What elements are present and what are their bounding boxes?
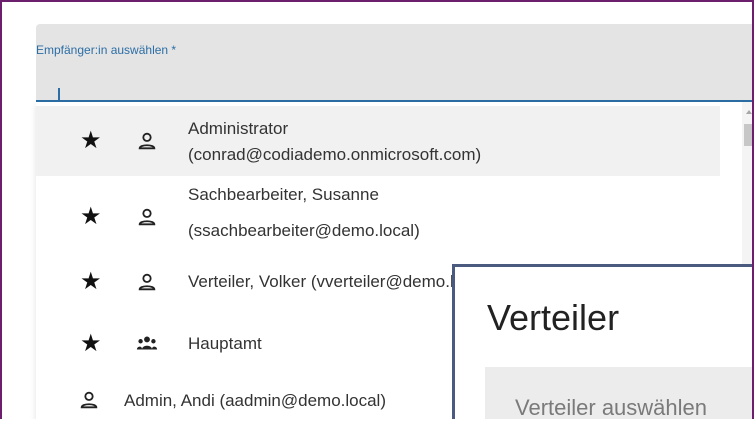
star-icon[interactable]: ★ [80, 332, 102, 356]
list-item[interactable]: ★ Administrator (conrad@codiademo.onmicr… [36, 106, 720, 176]
list-item-label-line1: Sachbearbeiter, Susanne [188, 185, 379, 204]
star-icon[interactable]: ★ [80, 270, 102, 294]
list-item-label-line1: Administrator [188, 119, 289, 138]
person-icon [136, 206, 158, 228]
list-item-label-line1: Verteiler, Volker (vverteiler@demo.local… [188, 272, 491, 291]
distribution-list-card: Verteiler Verteiler auswählen [452, 264, 752, 419]
dialog-frame: Empfänger:in auswählen * ★ Administrator… [0, 0, 754, 419]
distribution-list-title: Verteiler [487, 297, 620, 338]
person-icon [78, 389, 100, 411]
person-icon [136, 271, 158, 293]
group-icon [136, 333, 158, 355]
distribution-list-select[interactable]: Verteiler auswählen [485, 367, 752, 419]
star-icon[interactable]: ★ [80, 129, 102, 153]
recipient-field-label: Empfänger:in auswählen * [36, 43, 177, 57]
recipient-select-field[interactable]: Empfänger:in auswählen * [36, 24, 752, 108]
list-item-label-line2: (conrad@codiademo.onmicrosoft.com) [188, 145, 482, 164]
list-item-label-line1: Admin, Andi (aadmin@demo.local) [124, 391, 386, 410]
distribution-list-placeholder: Verteiler auswählen [515, 395, 708, 419]
list-item-label-line2: (ssachbearbeiter@demo.local) [188, 221, 420, 240]
star-icon[interactable]: ★ [80, 205, 102, 229]
person-icon [136, 130, 158, 152]
scrollbar-thumb[interactable] [744, 124, 752, 146]
scroll-up-arrow-icon[interactable] [746, 110, 752, 114]
list-item[interactable]: ★ Sachbearbeiter, Susanne (ssachbearbeit… [36, 178, 720, 248]
list-item-label-line1: Hauptamt [188, 334, 262, 353]
